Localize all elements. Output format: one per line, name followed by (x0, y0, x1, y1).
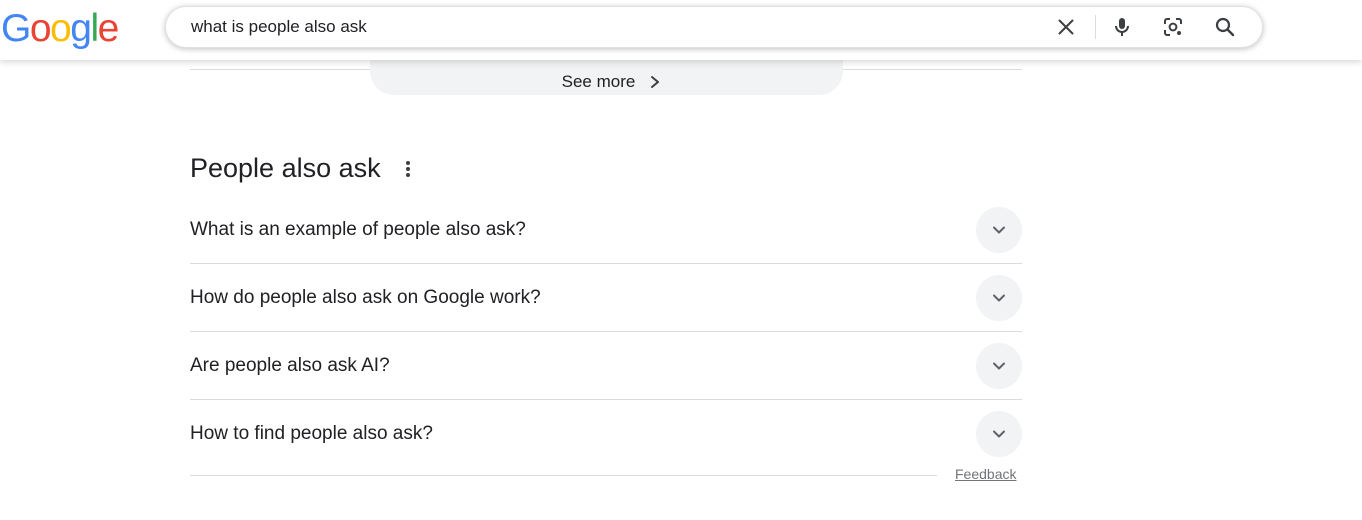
paa-question-text: What is an example of people also ask? (190, 219, 526, 240)
chevron-down-icon (993, 226, 1005, 234)
expand-button[interactable] (976, 275, 1022, 321)
chevron-down-icon (993, 294, 1005, 302)
see-more-divider-left (190, 69, 370, 70)
logo-letter: G (1, 7, 31, 50)
logo-letter: l (90, 7, 99, 50)
paa-question-text: How do people also ask on Google work? (190, 287, 541, 308)
feedback-link[interactable]: Feedback (955, 466, 1016, 482)
paa-heading: People also ask (190, 153, 381, 183)
logo-letter: o (29, 7, 52, 50)
top-header: Google (0, 0, 1362, 60)
paa-question-item[interactable]: Are people also ask AI? (190, 332, 1022, 400)
paa-question-text: Are people also ask AI? (190, 355, 390, 376)
logo-letter: e (97, 7, 120, 50)
expand-button[interactable] (976, 411, 1022, 457)
microphone-icon[interactable] (1110, 15, 1134, 39)
paa-question-item[interactable]: What is an example of people also ask? (190, 196, 1022, 264)
search-icon[interactable] (1213, 15, 1237, 39)
chevron-right-icon (651, 75, 660, 88)
paa-question-item[interactable]: How do people also ask on Google work? (190, 264, 1022, 332)
lens-camera-icon[interactable] (1161, 15, 1185, 39)
expand-button[interactable] (976, 207, 1022, 253)
see-more-divider-right (843, 69, 1022, 70)
search-input[interactable] (191, 7, 1031, 47)
search-divider (1095, 15, 1096, 39)
logo-letter: o (50, 7, 72, 50)
chevron-down-icon (993, 362, 1005, 370)
chevron-down-icon (993, 430, 1005, 438)
see-more-label: See more (561, 71, 636, 91)
google-logo[interactable]: Google (1, 7, 120, 50)
close-icon[interactable] (1054, 15, 1078, 39)
footer-divider (190, 475, 937, 476)
search-box (165, 6, 1263, 48)
more-vert-icon[interactable] (399, 157, 417, 181)
paa-question-text: How to find people also ask? (190, 423, 433, 444)
expand-button[interactable] (976, 343, 1022, 389)
logo-letter: g (70, 7, 92, 50)
paa-list: What is an example of people also ask? H… (190, 196, 1022, 467)
paa-question-item[interactable]: How to find people also ask? (190, 400, 1022, 467)
